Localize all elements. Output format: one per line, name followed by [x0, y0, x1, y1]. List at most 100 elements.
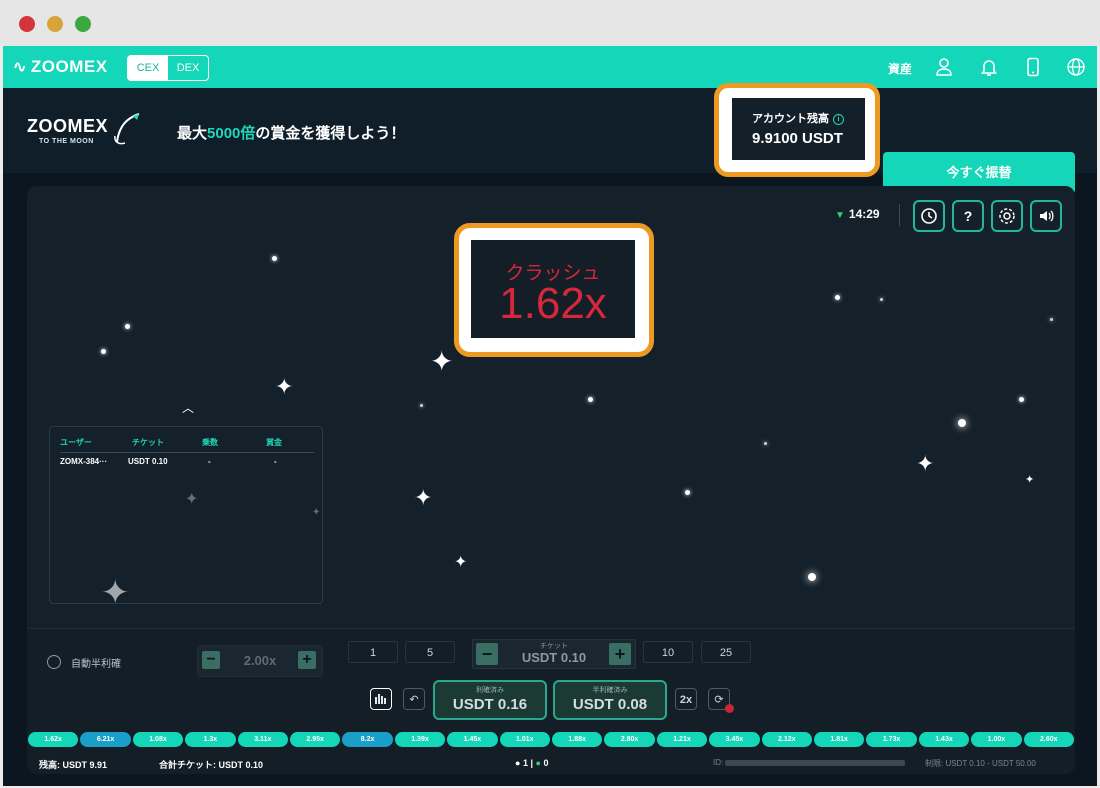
redacted-id: [725, 759, 906, 766]
star-decoration: [685, 490, 690, 495]
table-header-user: ユーザー: [60, 438, 92, 447]
star-decoration: [808, 573, 816, 581]
zoomex-app: ∿ ZOOMEX CEX DEX 資産 ZOOMEX TO THE MOON 最大5…: [3, 46, 1097, 786]
star-decoration: [880, 298, 883, 301]
stats-button[interactable]: [370, 688, 392, 710]
sparkle-decoration: ✦: [916, 451, 935, 476]
footer-id: ID:: [713, 758, 906, 767]
star-decoration: [1050, 318, 1053, 321]
quick-amount-1-button[interactable]: 1: [348, 641, 398, 663]
history-multiplier-pill: 1.73x: [866, 732, 917, 747]
quick-amount-25-button[interactable]: 25: [701, 641, 751, 663]
players-count: ● 1 | ● 0: [515, 758, 549, 768]
history-multiplier-pill: 1.21x: [656, 732, 708, 747]
disabled-badge-icon: [725, 704, 734, 713]
history-multiplier-pill: 3.11x: [237, 732, 288, 747]
table-header-divider: [60, 452, 314, 453]
players-table: ユーザー チケット 乗数 賞金 ZOMX-384··· USDT 0.10 - …: [49, 426, 323, 604]
banner-logo-subtitle: TO THE MOON: [39, 138, 94, 145]
quick-amount-10-button[interactable]: 10: [643, 641, 693, 663]
user-icon[interactable]: [934, 57, 954, 77]
info-icon[interactable]: i: [833, 113, 844, 125]
star-decoration: [420, 404, 423, 407]
game-footer: 残高: USDT 9.91 合計チケット: USDT 0.10 ● 1 | ● …: [27, 750, 1075, 774]
half-cashed-out-button[interactable]: 半利確済み USDT 0.08: [553, 680, 667, 720]
history-multiplier-pill: 1.43x: [918, 732, 970, 747]
star-decoration: [272, 256, 277, 261]
star-decoration: [835, 295, 840, 300]
history-multiplier-pill: 6.21x: [80, 732, 131, 747]
table-header-multiplier: 乗数: [202, 438, 218, 447]
star-decoration: [588, 397, 593, 402]
table-cell-multiplier: -: [208, 457, 211, 466]
star-decoration: [101, 349, 106, 354]
assets-link[interactable]: 資産: [888, 60, 912, 77]
cashed-out-label: 利確済み: [476, 687, 504, 694]
bet-controls: 自動半利確 − 2.00x + 1 5 − チケット USDT 0.10 + 1…: [27, 628, 1075, 774]
top-navigation: ∿ ZOOMEX CEX DEX 資産: [3, 46, 1097, 88]
connection-time: ▼ 14:29: [835, 207, 880, 221]
cashed-out-value: USDT 0.16: [452, 696, 528, 713]
table-cell-user: ZOMX-384···: [60, 457, 108, 466]
phone-icon[interactable]: [1023, 57, 1043, 77]
zoomex-banner-logo: ZOOMEX TO THE MOON: [27, 116, 109, 145]
table-header-ticket: チケット: [132, 438, 164, 447]
auto-half-cashout-radio[interactable]: [47, 655, 61, 669]
crash-multiplier: 1.62x: [499, 279, 607, 328]
history-multiplier-pill: 1.45x: [447, 732, 498, 747]
star-decoration: [125, 324, 130, 329]
tab-dex[interactable]: DEX: [168, 56, 208, 80]
footer-total-ticket: 合計チケット: USDT 0.10: [159, 760, 264, 770]
crash-history-strip: 1.62x 6.21x 1.08x 1.3x 3.11x 2.95x 8.2x 1.39x 1.…: [27, 732, 1075, 747]
auto-half-cashout-label: 自動半利確: [71, 659, 121, 670]
question-icon: ?: [963, 208, 973, 224]
player-icon: ●: [515, 758, 521, 768]
speaker-icon: [1040, 210, 1054, 222]
bar-chart-icon: [375, 694, 386, 704]
history-multiplier-pill: 1.01x: [499, 732, 550, 747]
close-window-button[interactable]: [19, 16, 35, 32]
history-multiplier-pill: 1.81x: [814, 732, 865, 747]
sparkle-decoration: ✦: [430, 346, 454, 377]
collapse-chevron-up-icon[interactable]: ︿: [182, 399, 194, 416]
undo-button[interactable]: ↶: [403, 688, 425, 710]
double-bet-button[interactable]: 2x: [675, 688, 697, 710]
history-multiplier-pill: 8.2x: [342, 732, 393, 747]
game-sky: ✦ ✦ ✦ ✦ ✦ ✦ ✦ ✦ ✦ ▼ 14:29 ? クラッシュ 1.62x …: [27, 186, 1075, 628]
history-multiplier-pill: 1.62x: [28, 732, 79, 747]
sound-button[interactable]: [1030, 200, 1062, 232]
history-clock-button[interactable]: [913, 200, 945, 232]
maximize-window-button[interactable]: [75, 16, 91, 32]
star-decoration: [1019, 397, 1024, 402]
ticket-amount-stepper: − チケット USDT 0.10 +: [472, 639, 636, 669]
auto-multiplier-stepper: − 2.00x +: [197, 645, 323, 677]
cashed-out-button[interactable]: 利確済み USDT 0.16: [433, 680, 547, 720]
minimize-window-button[interactable]: [47, 16, 63, 32]
globe-icon[interactable]: [1066, 57, 1086, 77]
sparkle-decoration: ✦: [414, 485, 433, 510]
account-balance-value: 9.9100 USDT: [752, 130, 843, 147]
settings-button[interactable]: [991, 200, 1023, 232]
window-titlebar: [0, 0, 1100, 46]
wifi-signal-icon: ▼: [835, 210, 845, 221]
half-cashed-out-label: 半利確済み: [592, 687, 628, 694]
winner-icon: ●: [535, 758, 541, 768]
sparkle-decoration: ✦: [454, 554, 468, 571]
ticket-plus-button[interactable]: +: [609, 643, 631, 665]
bell-icon[interactable]: [979, 57, 999, 77]
zoomex-mark-icon: ∿: [13, 59, 27, 76]
help-button[interactable]: ?: [952, 200, 984, 232]
crash-game-panel: ✦ ✦ ✦ ✦ ✦ ✦ ✦ ✦ ✦ ▼ 14:29 ? クラッシュ 1.62x …: [27, 186, 1075, 774]
history-multiplier-pill: 2.60x: [1023, 732, 1074, 747]
tab-cex[interactable]: CEX: [128, 56, 168, 80]
toolbar-divider: [899, 204, 900, 226]
zoomex-logo[interactable]: ∿ ZOOMEX: [13, 57, 108, 77]
history-multiplier-pill: 1.3x: [185, 732, 236, 747]
quick-amount-5-button[interactable]: 5: [405, 641, 455, 663]
sparkle-decoration: ✦: [275, 374, 294, 399]
plus-button[interactable]: +: [298, 651, 316, 669]
star-decoration: [764, 442, 767, 445]
history-multiplier-pill: 2.12x: [761, 732, 812, 747]
account-balance-label: アカウント残高 i: [752, 110, 844, 126]
history-multiplier-pill: 2.95x: [290, 732, 341, 747]
